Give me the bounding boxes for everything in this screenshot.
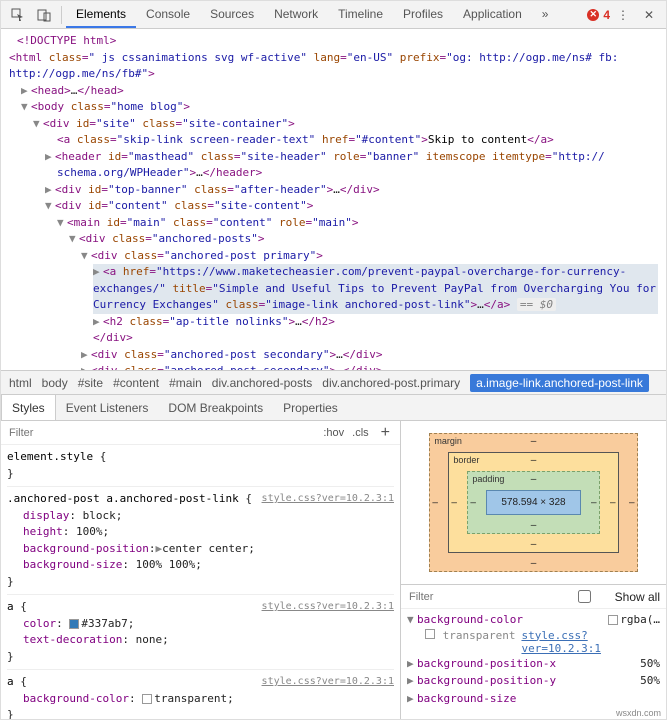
subtab-styles[interactable]: Styles <box>1 395 56 420</box>
dom-line[interactable]: <head> <box>31 84 71 97</box>
color-swatch <box>608 615 618 625</box>
crumb-active[interactable]: a.image-link.anchored-post-link <box>470 374 649 392</box>
bm-border[interactable]: border – – – – padding – – – – 578.594 ×… <box>448 452 618 553</box>
selected-node[interactable]: <a href="https://www.maketecheasier.com/… <box>93 265 656 311</box>
computed-row[interactable]: ▶ background-position-y 50% <box>407 672 660 690</box>
dom-line[interactable]: <div id="content" class="site-content"> <box>55 199 313 212</box>
styles-subtabs: Styles Event Listeners DOM Breakpoints P… <box>1 395 666 421</box>
cls-toggle[interactable]: .cls <box>352 427 369 439</box>
dom-line[interactable]: </div> <box>93 331 133 344</box>
error-number: 4 <box>603 8 610 22</box>
dom-line[interactable]: <body class="home blog"> <box>31 100 190 113</box>
subtab-dombreakpoints[interactable]: DOM Breakpoints <box>158 395 273 420</box>
dollar-zero: == $0 <box>517 298 556 311</box>
dom-line[interactable]: <h2 class="ap-title nolinks"> <box>103 315 295 328</box>
crumb[interactable]: #main <box>169 376 202 390</box>
tab-network[interactable]: Network <box>264 1 328 28</box>
watermark: wsxdn.com <box>616 708 661 718</box>
lower-panels: :hov .cls + element.style { } style.css?… <box>1 421 666 719</box>
elements-tree[interactable]: <!DOCTYPE html> <html class=" js cssanim… <box>1 29 666 371</box>
tab-console[interactable]: Console <box>136 1 200 28</box>
source-link[interactable]: style.css?ver=10.2.3:1 <box>521 629 660 655</box>
close-icon[interactable]: ✕ <box>636 4 662 26</box>
crumb[interactable]: body <box>42 376 68 390</box>
breadcrumb: html body #site #content #main div.ancho… <box>1 371 666 395</box>
dom-line[interactable]: <div class="anchored-post secondary"> <box>91 348 336 361</box>
computed-filter-row: Show all <box>401 585 666 609</box>
crumb[interactable]: #content <box>113 376 159 390</box>
css-rule[interactable]: style.css?ver=10.2.3:1 .anchored-post a.… <box>7 491 394 590</box>
kebab-menu-icon[interactable]: ⋮ <box>610 4 636 26</box>
crumb[interactable]: html <box>9 376 32 390</box>
bm-content[interactable]: 578.594 × 328 <box>486 490 580 515</box>
divider <box>61 6 62 24</box>
dom-line[interactable]: <a class="skip-link screen-reader-text" … <box>57 133 428 146</box>
styles-pane: :hov .cls + element.style { } style.css?… <box>1 421 401 719</box>
css-rule[interactable]: style.css?ver=10.2.3:1 a { color: #337ab… <box>7 599 394 665</box>
computed-list[interactable]: ▼ background-color rgba(… transparent st… <box>401 609 666 719</box>
color-swatch <box>425 629 435 639</box>
box-model: margin – – – – border – – – – padding – … <box>401 421 666 585</box>
color-swatch[interactable] <box>142 694 152 704</box>
error-count[interactable]: ✕ 4 <box>587 8 610 22</box>
device-icon[interactable] <box>31 4 57 26</box>
dom-line[interactable]: <div id="top-banner" class="after-header… <box>55 183 333 196</box>
devtools-toolbar: Elements Console Sources Network Timelin… <box>1 1 666 29</box>
crumb[interactable]: #site <box>78 376 103 390</box>
css-rule[interactable]: style.css?ver=10.2.3:1 a { background-co… <box>7 674 394 719</box>
tab-profiles[interactable]: Profiles <box>393 1 453 28</box>
dom-line[interactable]: <div id="site" class="site-container"> <box>43 117 295 130</box>
add-rule-button[interactable]: + <box>377 424 394 442</box>
dom-line[interactable]: <main id="main" class="content" role="ma… <box>67 216 358 229</box>
showall-label: Show all <box>615 590 660 604</box>
tab-sources[interactable]: Sources <box>200 1 264 28</box>
styles-body[interactable]: element.style { } style.css?ver=10.2.3:1… <box>1 445 400 719</box>
source-link[interactable]: style.css?ver=10.2.3:1 <box>262 491 394 506</box>
doctype: <!DOCTYPE html> <box>17 34 116 47</box>
showall-checkbox[interactable] <box>563 590 606 603</box>
dom-line-cont: http://ogp.me/ns/fb#" <box>9 67 148 80</box>
computed-row[interactable]: ▶ background-position-x 50% <box>407 655 660 673</box>
computed-filter-input[interactable] <box>407 590 553 604</box>
styles-filter-input[interactable] <box>7 426 315 440</box>
tab-timeline[interactable]: Timeline <box>328 1 393 28</box>
computed-row[interactable]: ▶ background-size <box>407 690 660 708</box>
crumb[interactable]: div.anchored-posts <box>212 376 313 390</box>
hov-toggle[interactable]: :hov <box>323 427 344 439</box>
dom-line[interactable]: <html class=" js cssanimations svg wf-ac… <box>9 51 618 64</box>
crumb[interactable]: div.anchored-post.primary <box>322 376 460 390</box>
computed-row[interactable]: ▼ background-color rgba(… <box>407 611 660 629</box>
subtab-properties[interactable]: Properties <box>273 395 348 420</box>
styles-filter-row: :hov .cls + <box>1 421 400 445</box>
subtab-eventlisteners[interactable]: Event Listeners <box>56 395 159 420</box>
color-swatch[interactable] <box>69 619 79 629</box>
error-icon: ✕ <box>587 9 599 21</box>
inspect-icon[interactable] <box>5 4 31 26</box>
main-tabs: Elements Console Sources Network Timelin… <box>66 1 558 28</box>
dom-line[interactable]: <div class="anchored-posts"> <box>79 232 264 245</box>
tab-application[interactable]: Application <box>453 1 532 28</box>
bm-padding[interactable]: padding – – – – 578.594 × 328 <box>467 471 599 534</box>
computed-sub[interactable]: transparent style.css?ver=10.2.3:1 <box>407 629 660 655</box>
dom-line[interactable]: <header id="masthead" class="site-header… <box>55 150 605 163</box>
tab-elements[interactable]: Elements <box>66 1 136 28</box>
dom-line-cont: schema.org/WPHeader" <box>57 166 189 179</box>
source-link[interactable]: style.css?ver=10.2.3:1 <box>262 674 394 689</box>
css-rule[interactable]: element.style { } <box>7 449 394 482</box>
bm-margin[interactable]: margin – – – – border – – – – padding – … <box>429 433 637 572</box>
source-link[interactable]: style.css?ver=10.2.3:1 <box>262 599 394 614</box>
dom-line[interactable]: <div class="anchored-post secondary"> <box>91 364 336 371</box>
computed-pane: margin – – – – border – – – – padding – … <box>401 421 666 719</box>
dom-line[interactable]: <div class="anchored-post primary"> <box>91 249 323 262</box>
tab-more[interactable]: » <box>532 1 559 28</box>
